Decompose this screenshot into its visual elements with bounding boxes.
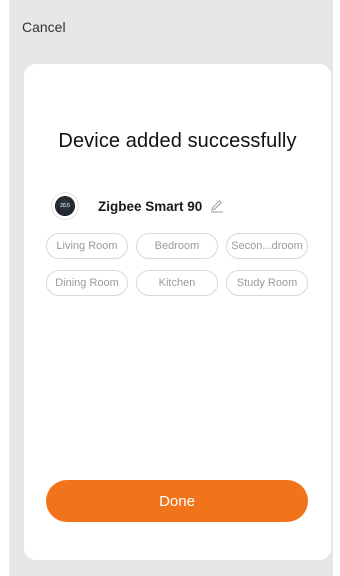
- left-frame-edge: [0, 0, 9, 576]
- room-chip-dining-room[interactable]: Dining Room: [46, 270, 128, 296]
- device-row: 20.5 Zigbee Smart 90: [52, 192, 224, 220]
- thermostat-dial: 20.5: [56, 197, 74, 215]
- room-chip-bedroom[interactable]: Bedroom: [136, 233, 218, 259]
- room-chip-kitchen[interactable]: Kitchen: [136, 270, 218, 296]
- device-added-card: Device added successfully 20.5 Zigbee Sm…: [24, 64, 331, 560]
- page-title: Device added successfully: [58, 130, 297, 152]
- room-chip-living-room[interactable]: Living Room: [46, 233, 128, 259]
- done-button[interactable]: Done: [46, 480, 308, 522]
- room-list: Living Room Bedroom Secon...droom Dining…: [46, 233, 310, 296]
- pencil-icon[interactable]: [210, 199, 224, 213]
- cancel-button[interactable]: Cancel: [22, 19, 66, 35]
- room-chip-second-bedroom[interactable]: Secon...droom: [226, 233, 308, 259]
- right-frame-edge: [333, 0, 340, 576]
- device-name: Zigbee Smart 90: [98, 198, 203, 214]
- room-chip-study-room[interactable]: Study Room: [226, 270, 308, 296]
- top-bar: Cancel: [0, 0, 340, 56]
- thermostat-icon: 20.5: [52, 193, 78, 219]
